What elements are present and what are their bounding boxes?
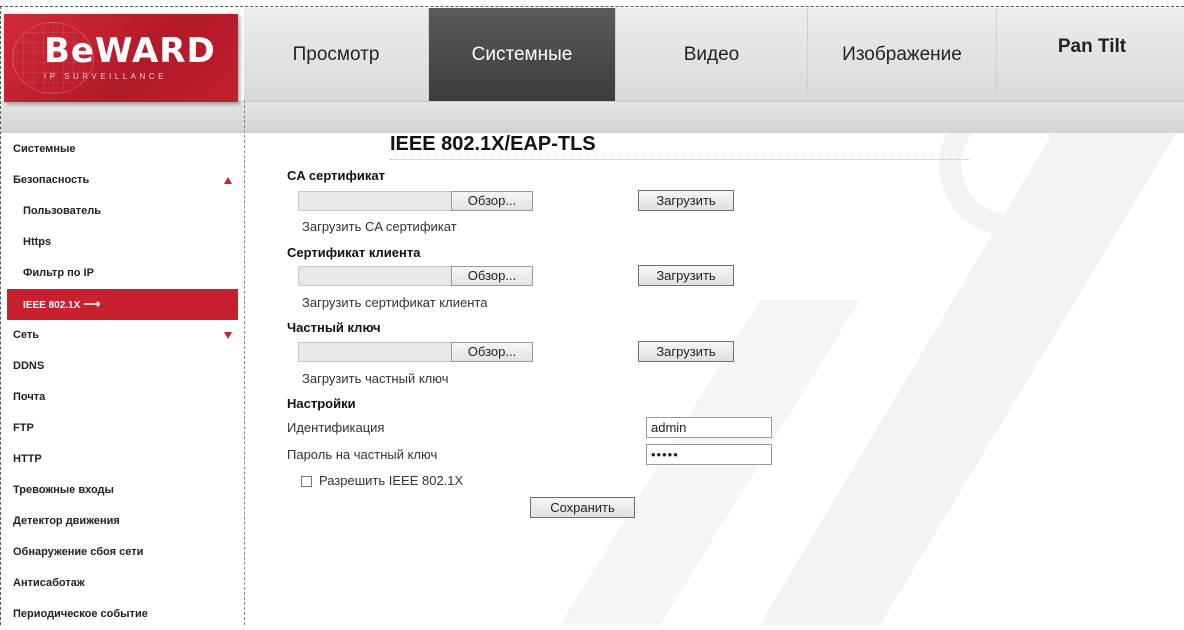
- settings-label: Настройки: [287, 396, 356, 411]
- sidebar-item-network-failure[interactable]: Обнаружение сбоя сети: [7, 537, 238, 568]
- sidebar-item-label: FTP: [13, 422, 34, 434]
- private-key-password-label: Пароль на частный ключ: [287, 447, 438, 462]
- page-title: IEEE 802.1X/EAP-TLS: [390, 133, 596, 155]
- frame-left-line: [0, 6, 1, 625]
- enable-ieee8021x-label: Разрешить IEEE 802.1X: [319, 473, 464, 488]
- ca-cert-upload-button[interactable]: Загрузить: [638, 190, 734, 211]
- private-key-password-input[interactable]: •••••: [646, 444, 772, 465]
- sidebar-item-mail[interactable]: Почта: [7, 382, 238, 413]
- ca-cert-browse-button[interactable]: Обзор...: [451, 191, 533, 211]
- sidebar-item-label: Https: [23, 236, 52, 248]
- sidebar-item-label: Периодическое событие: [13, 608, 148, 620]
- sidebar-item-label: Безопасность: [13, 174, 90, 186]
- save-button[interactable]: Сохранить: [530, 497, 635, 518]
- sidebar-item-label: Детектор движения: [13, 515, 120, 527]
- sidebar-item-user[interactable]: Пользователь: [7, 196, 238, 227]
- sidebar: Системные Безопасность Пользователь Http…: [7, 134, 238, 630]
- sidebar-item-label: Обнаружение сбоя сети: [13, 546, 144, 558]
- enable-ieee8021x-checkbox[interactable]: [301, 476, 312, 487]
- logo-text: BeWARD: [44, 31, 216, 71]
- tab-pan-tilt[interactable]: Pan Tilt: [997, 8, 1184, 101]
- sidebar-item-motion-detector[interactable]: Детектор движения: [7, 506, 238, 537]
- sidebar-item-network[interactable]: Сеть: [7, 320, 238, 351]
- tab-view[interactable]: Просмотр: [244, 8, 429, 101]
- sidebar-item-ftp[interactable]: FTP: [7, 413, 238, 444]
- identity-input[interactable]: admin: [646, 417, 772, 438]
- sidebar-item-label: Почта: [13, 391, 46, 403]
- sidebar-item-ip-filter[interactable]: Фильтр по IP: [7, 258, 238, 289]
- sidebar-item-antisabotage[interactable]: Антисаботаж: [7, 568, 238, 599]
- sidebar-item-system[interactable]: Системные: [7, 134, 238, 165]
- collapse-arrow-icon: [224, 177, 232, 184]
- frame-top-line: [0, 6, 1184, 7]
- sidebar-item-label: DDNS: [13, 360, 45, 372]
- private-key-label: Частный ключ: [287, 320, 381, 335]
- expand-arrow-icon: [224, 332, 232, 339]
- sidebar-item-periodic-event[interactable]: Периодическое событие: [7, 599, 238, 630]
- sidebar-item-label: HTTP: [13, 453, 42, 465]
- sidebar-item-label: Фильтр по IP: [23, 267, 94, 279]
- private-key-browse-button[interactable]: Обзор...: [451, 342, 533, 362]
- brand-logo[interactable]: BeWARD IP SURVEILLANCE: [4, 14, 238, 102]
- client-cert-browse-button[interactable]: Обзор...: [451, 266, 533, 286]
- sidebar-item-https[interactable]: Https: [7, 227, 238, 258]
- sidebar-item-http[interactable]: HTTP: [7, 444, 238, 475]
- sidebar-item-ddns[interactable]: DDNS: [7, 351, 238, 382]
- right-arrow-icon: ⟶: [83, 297, 101, 311]
- sidebar-item-ieee8021x[interactable]: IEEE 802.1X ⟶: [7, 289, 238, 320]
- client-cert-upload-button[interactable]: Загрузить: [638, 265, 734, 286]
- ca-cert-label: CA сертификат: [287, 168, 385, 183]
- sidebar-item-security[interactable]: Безопасность: [7, 165, 238, 196]
- ca-cert-hint: Загрузить CA сертификат: [302, 219, 457, 234]
- sidebar-item-label: Пользователь: [23, 205, 102, 217]
- sidebar-item-label: Системные: [13, 143, 76, 155]
- header-subbar: [1, 101, 1184, 133]
- identity-label: Идентификация: [287, 420, 385, 435]
- tab-system[interactable]: Системные: [429, 8, 616, 101]
- sidebar-item-alarm-inputs[interactable]: Тревожные входы: [7, 475, 238, 506]
- logo-tagline: IP SURVEILLANCE: [44, 72, 167, 81]
- sidebar-item-label: Тревожные входы: [13, 484, 114, 496]
- tab-video[interactable]: Видео: [616, 8, 808, 101]
- sidebar-divider: [244, 100, 245, 625]
- client-cert-label: Сертификат клиента: [287, 245, 421, 260]
- sidebar-item-label: Сеть: [13, 329, 40, 341]
- main-nav: Просмотр Системные Видео Изображение Pan…: [244, 8, 1184, 101]
- tab-image[interactable]: Изображение: [808, 8, 997, 101]
- private-key-hint: Загрузить частный ключ: [302, 371, 449, 386]
- private-key-upload-button[interactable]: Загрузить: [638, 341, 734, 362]
- sidebar-item-label: Антисаботаж: [13, 577, 85, 589]
- title-divider: [390, 159, 970, 160]
- client-cert-hint: Загрузить сертификат клиента: [302, 295, 488, 310]
- sidebar-item-label: IEEE 802.1X: [23, 300, 81, 311]
